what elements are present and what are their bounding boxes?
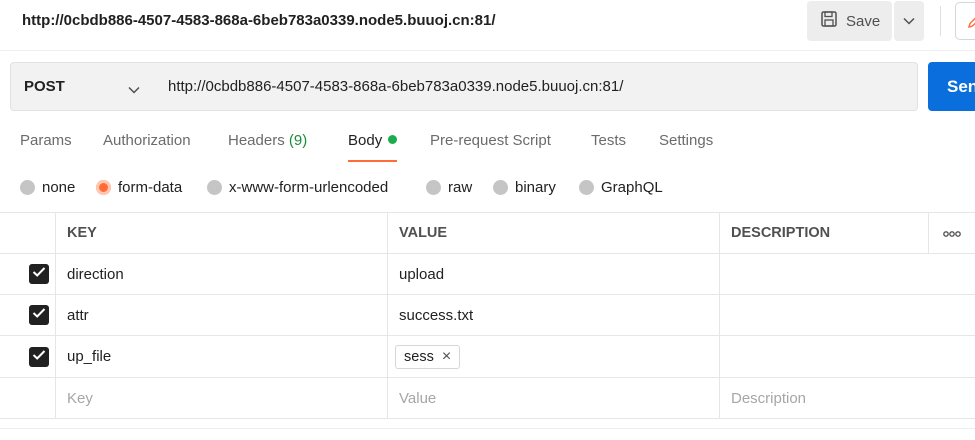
column-header-value: VALUE <box>387 213 720 253</box>
divider <box>940 6 941 36</box>
table-row: up_file sess × <box>0 336 975 378</box>
divider <box>0 428 975 429</box>
description-input[interactable]: Description <box>719 378 929 418</box>
file-chip: sess × <box>395 344 461 369</box>
method-select[interactable]: POST <box>10 62 155 111</box>
check-icon <box>32 306 46 324</box>
more-icon <box>943 225 961 241</box>
column-header-description: DESCRIPTION <box>719 213 929 253</box>
save-icon <box>820 10 838 32</box>
status-dot <box>388 135 398 144</box>
description-cell[interactable] <box>719 295 929 335</box>
request-title[interactable]: http://0cbdb886-4507-4583-868a-6beb783a0… <box>22 12 496 29</box>
check-icon <box>32 348 46 366</box>
value-cell[interactable]: sess × <box>387 336 720 377</box>
value-input[interactable]: Value <box>387 378 720 418</box>
file-name: sess <box>404 348 434 365</box>
radio-button[interactable] <box>207 179 222 195</box>
radio-button[interactable] <box>579 179 594 195</box>
radio-button[interactable] <box>96 179 111 195</box>
body-type-none[interactable]: none <box>20 176 75 198</box>
value-cell[interactable]: upload <box>387 254 720 294</box>
chevron-down-icon <box>903 12 915 30</box>
radio-button[interactable] <box>20 179 35 195</box>
chevron-down-icon <box>128 81 140 99</box>
tab-headers[interactable]: Headers (9) <box>228 132 307 160</box>
more-options-button[interactable] <box>928 213 975 253</box>
body-type-graphql[interactable]: GraphQL <box>579 176 663 198</box>
key-cell[interactable]: up_file <box>55 336 388 377</box>
key-cell[interactable]: direction <box>55 254 388 294</box>
row-checkbox[interactable] <box>28 264 49 284</box>
tab-tests[interactable]: Tests <box>591 132 626 160</box>
tab-params[interactable]: Params <box>20 132 72 160</box>
key-input[interactable]: Key <box>55 378 388 418</box>
save-button[interactable]: Save <box>807 1 892 41</box>
table-row: attr success.txt <box>0 295 975 336</box>
body-type-urlencoded[interactable]: x-www-form-urlencoded <box>207 176 388 198</box>
request-header: http://0cbdb886-4507-4583-868a-6beb783a0… <box>0 0 975 46</box>
row-checkbox[interactable] <box>28 346 49 367</box>
row-checkbox[interactable] <box>28 305 49 325</box>
tab-authorization[interactable]: Authorization <box>103 132 191 160</box>
save-options-button[interactable] <box>894 1 924 41</box>
radio-button[interactable] <box>493 179 508 195</box>
table-row: direction upload <box>0 254 975 295</box>
close-icon[interactable]: × <box>442 348 451 365</box>
divider <box>0 50 975 51</box>
key-cell[interactable]: attr <box>55 295 388 335</box>
tab-settings[interactable]: Settings <box>659 132 713 160</box>
save-label: Save <box>846 12 881 30</box>
column-header-key: KEY <box>55 213 388 253</box>
tab-body[interactable]: Body <box>348 132 398 162</box>
table-header: KEY VALUE DESCRIPTION <box>0 212 975 254</box>
url-input[interactable]: http://0cbdb886-4507-4583-868a-6beb783a0… <box>154 62 918 111</box>
request-tabs: Params Authorization Headers (9) Body Pr… <box>0 128 975 162</box>
method-label: POST <box>24 78 65 95</box>
description-cell[interactable] <box>719 254 929 294</box>
send-button[interactable]: Send <box>928 62 975 111</box>
edit-button[interactable] <box>955 2 975 40</box>
value-cell[interactable]: success.txt <box>387 295 720 335</box>
description-cell[interactable] <box>719 336 929 377</box>
radio-button[interactable] <box>426 179 441 195</box>
body-type-binary[interactable]: binary <box>493 176 556 198</box>
body-type-form-data[interactable]: form-data <box>96 176 182 198</box>
body-type-selector: none form-data x-www-form-urlencoded raw… <box>0 176 975 200</box>
headers-count: (9) <box>288 132 308 149</box>
tab-pre-request-script[interactable]: Pre-request Script <box>430 132 551 160</box>
check-icon <box>32 265 46 283</box>
body-type-raw[interactable]: raw <box>426 176 472 198</box>
table-row-new: Key Value Description <box>0 378 975 419</box>
